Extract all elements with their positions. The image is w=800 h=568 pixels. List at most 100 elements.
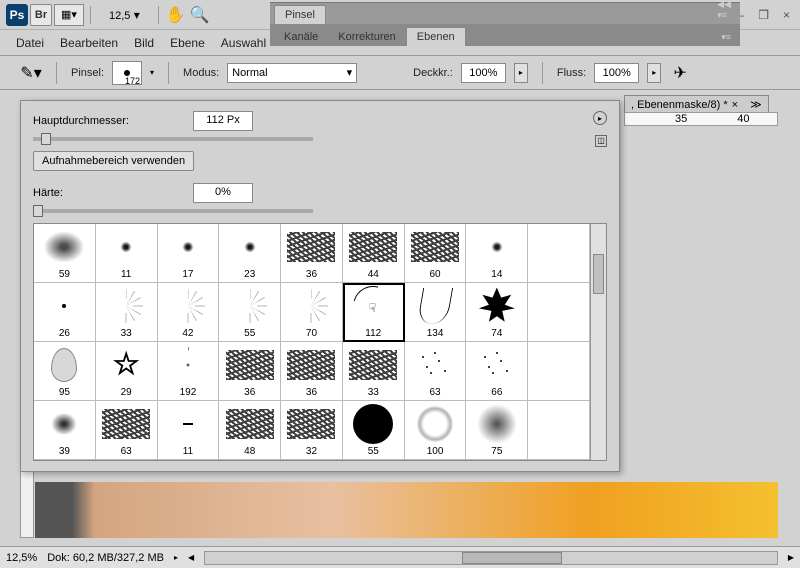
brush-preset-size-label: 55 — [368, 446, 379, 457]
status-doc-size[interactable]: Dok: 60,2 MB/327,2 MB — [47, 552, 164, 564]
tab-korrekturen[interactable]: Korrekturen — [328, 28, 405, 46]
brush-preset-cell[interactable]: 192 — [158, 342, 220, 401]
brush-preset-cell[interactable]: 42 — [158, 283, 220, 342]
brush-preset-cell[interactable]: 17 — [158, 224, 220, 283]
brush-preset-size-label: 112 — [365, 328, 381, 339]
brush-tool-icon[interactable]: ✎▾ — [20, 62, 42, 84]
status-flyout-icon[interactable]: ▸ — [174, 553, 178, 562]
brush-preset-cell[interactable]: 63 — [96, 401, 158, 460]
mode-select[interactable]: Normal▾ — [227, 63, 357, 83]
filmstrip-icon[interactable]: ▦▾ — [54, 4, 84, 26]
zoom-display[interactable]: 12,5 ▾ — [97, 8, 152, 22]
flow-flyout-icon[interactable]: ▸ — [647, 63, 661, 83]
brush-preset-grid: 59111723364460142633425570112☟1347495☆29… — [34, 224, 590, 460]
menu-bild[interactable]: Bild — [134, 36, 154, 50]
brush-preset-cell[interactable]: 100 — [405, 401, 467, 460]
master-diameter-slider[interactable] — [33, 137, 313, 141]
menu-bearbeiten[interactable]: Bearbeiten — [60, 36, 118, 50]
brush-preset-cell[interactable]: 134 — [405, 283, 467, 342]
brush-preset-cell[interactable]: 63 — [405, 342, 467, 401]
brush-preset-cell[interactable]: 112 ☟ — [343, 283, 405, 342]
opacity-input[interactable]: 100% — [461, 63, 506, 83]
opacity-label: Deckkr.: — [413, 67, 453, 79]
divider — [158, 6, 159, 24]
airbrush-icon[interactable]: ✈ — [669, 62, 691, 84]
brush-grid-scrollbar[interactable] — [590, 224, 606, 460]
brush-preset-size-label: 36 — [306, 387, 317, 398]
brush-preset-cell[interactable]: 11 — [96, 224, 158, 283]
panel-tab-row-top: Pinsel ◀◀▾≡ — [270, 2, 740, 24]
canvas[interactable] — [35, 482, 778, 538]
panel-group: Pinsel ◀◀▾≡ Kanäle Korrekturen Ebenen ▾≡ — [270, 2, 740, 46]
brush-preset-cell[interactable]: ☆29 — [96, 342, 158, 401]
opacity-flyout-icon[interactable]: ▸ — [514, 63, 528, 83]
brush-preset-cell[interactable]: 44 — [343, 224, 405, 283]
brush-preset-cell[interactable]: 75 — [466, 401, 528, 460]
new-preset-icon[interactable]: ◫ — [595, 135, 607, 147]
brush-preset-size-label: 39 — [59, 446, 70, 457]
hand-tool-icon[interactable]: ✋ — [165, 4, 187, 26]
tab-ebenen[interactable]: Ebenen — [406, 27, 466, 46]
close-button[interactable]: × — [783, 8, 790, 22]
horizontal-scrollbar[interactable] — [204, 551, 778, 565]
bridge-icon[interactable]: Br — [30, 4, 52, 26]
brush-preset-cell[interactable]: 66 — [466, 342, 528, 401]
brush-preset-cell[interactable] — [528, 401, 590, 460]
brush-preset-cell[interactable]: 26 — [34, 283, 96, 342]
brush-preset-size-label: 33 — [121, 328, 132, 339]
photoshop-icon[interactable]: Ps — [6, 4, 28, 26]
brush-preset-cell[interactable] — [528, 342, 590, 401]
menu-ebene[interactable]: Ebene — [170, 36, 205, 50]
brush-preset-cell[interactable]: 36 — [281, 342, 343, 401]
restore-button[interactable]: ❐ — [758, 8, 769, 22]
status-zoom[interactable]: 12,5% — [6, 552, 37, 564]
brush-preset-cell[interactable]: 33 — [343, 342, 405, 401]
horizontal-ruler: 3540 — [624, 112, 778, 126]
brush-preset-cell[interactable]: 55 — [219, 283, 281, 342]
brush-preset-cell[interactable]: 48 — [219, 401, 281, 460]
menu-datei[interactable]: Datei — [16, 36, 44, 50]
doc-close-icon[interactable]: × — [732, 99, 738, 111]
brush-preset-cell[interactable] — [528, 283, 590, 342]
brush-preset-cell[interactable]: 59 — [34, 224, 96, 283]
tab-pinsel[interactable]: Pinsel — [274, 5, 326, 24]
brush-preset-cell[interactable]: 70 — [281, 283, 343, 342]
brush-preset-cell[interactable]: 74 — [466, 283, 528, 342]
popup-flyout-icon[interactable]: ▸ — [593, 111, 607, 125]
brush-preset-size-label: 23 — [244, 269, 255, 280]
panel-flyout-icon[interactable]: ▾≡ — [718, 29, 734, 46]
brush-preset-cell[interactable]: 95 — [34, 342, 96, 401]
hardness-slider[interactable] — [33, 209, 313, 213]
brush-preset-cell[interactable] — [528, 224, 590, 283]
brush-preset-size-label: 75 — [491, 446, 502, 457]
dropdown-icon[interactable]: ▾ — [150, 68, 154, 77]
brush-preset-size-label: 100 — [427, 446, 444, 457]
hardness-input[interactable]: 0% — [193, 183, 253, 203]
divider — [90, 6, 91, 24]
brush-preset-cell[interactable]: 36 — [281, 224, 343, 283]
flow-input[interactable]: 100% — [594, 63, 639, 83]
menu-auswahl[interactable]: Auswahl — [221, 36, 266, 50]
scroll-left-icon[interactable]: ◀ — [188, 553, 194, 562]
brush-preset-cell[interactable]: 39 — [34, 401, 96, 460]
brush-preset-cell[interactable]: 23 — [219, 224, 281, 283]
brush-preset-picker[interactable]: 172 — [112, 61, 142, 85]
brush-preset-cell[interactable]: 60 — [405, 224, 467, 283]
cursor-icon: ☟ — [369, 301, 376, 315]
brush-preset-size-label: 134 — [427, 328, 444, 339]
master-diameter-input[interactable]: 112 Px — [193, 111, 253, 131]
brush-preset-size-label: 11 — [121, 269, 131, 280]
scroll-right-icon[interactable]: ▶ — [788, 553, 794, 562]
hardness-label: Härte: — [33, 187, 143, 199]
brush-preset-cell[interactable]: 36 — [219, 342, 281, 401]
brush-preset-size-label: 29 — [121, 387, 132, 398]
panel-menu-icon[interactable]: ◀◀▾≡ — [714, 0, 734, 24]
brush-preset-cell[interactable]: 32 — [281, 401, 343, 460]
zoom-tool-icon[interactable]: 🔍 — [189, 4, 211, 26]
brush-preset-cell[interactable]: 14 — [466, 224, 528, 283]
brush-preset-cell[interactable]: 33 — [96, 283, 158, 342]
tab-kanale[interactable]: Kanäle — [274, 28, 328, 46]
brush-preset-cell[interactable]: 11 — [158, 401, 220, 460]
use-sample-size-button[interactable]: Aufnahmebereich verwenden — [33, 151, 194, 171]
brush-preset-cell[interactable]: 55 — [343, 401, 405, 460]
